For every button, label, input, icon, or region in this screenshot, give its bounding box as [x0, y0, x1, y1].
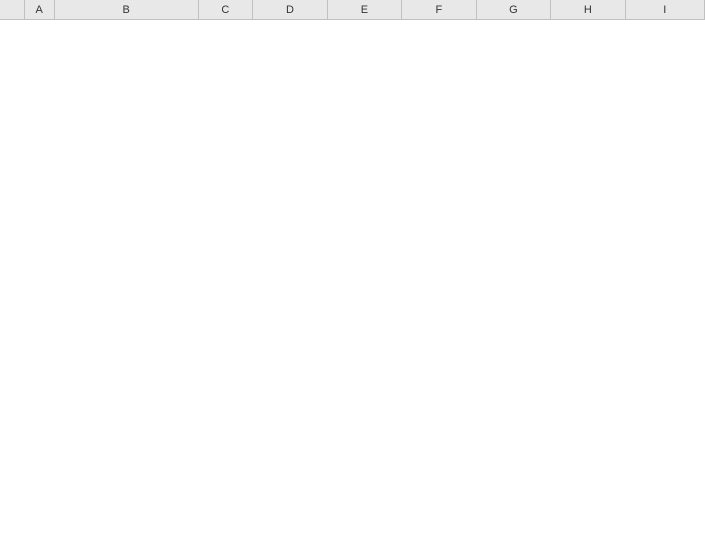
col-header-F[interactable]: F: [402, 0, 476, 19]
col-header-B[interactable]: B: [55, 0, 199, 19]
col-header-D[interactable]: D: [253, 0, 327, 19]
col-header-E[interactable]: E: [328, 0, 402, 19]
col-header-C[interactable]: C: [199, 0, 254, 19]
select-all-corner[interactable]: [0, 0, 25, 19]
col-header-H[interactable]: H: [551, 0, 625, 19]
spreadsheet: ABCDEFGHI: [0, 0, 705, 556]
col-header-I[interactable]: I: [626, 0, 705, 19]
col-header-A[interactable]: A: [25, 0, 55, 19]
col-header-G[interactable]: G: [477, 0, 551, 19]
column-headers: ABCDEFGHI: [0, 0, 705, 20]
